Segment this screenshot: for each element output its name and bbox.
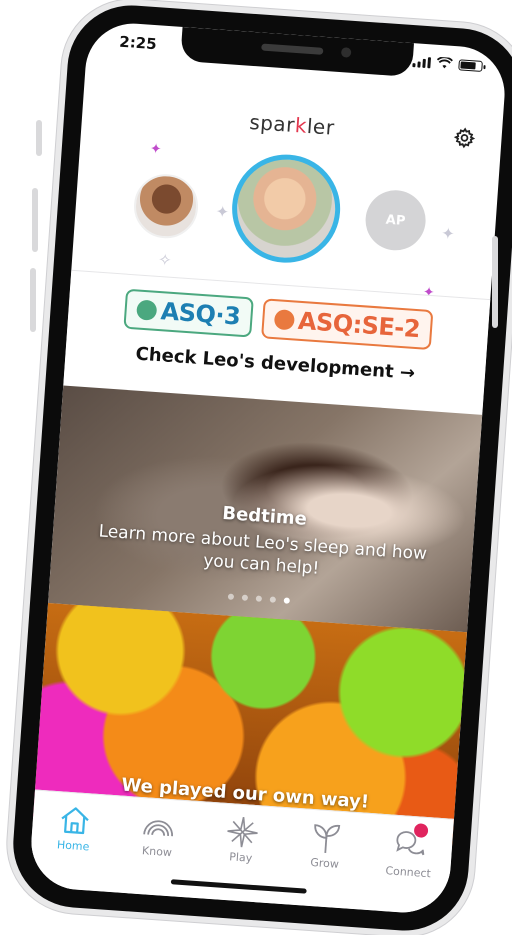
- status-icons: [412, 55, 483, 72]
- tab-know[interactable]: Know: [121, 807, 194, 864]
- front-camera: [340, 47, 352, 58]
- power-button: [492, 236, 498, 328]
- phone-mockup: 2:25 sparkler ✦ ✦ ✧ ✦ ✦ AP ASQ·3 ASQ:SE-…: [0, 0, 512, 935]
- sparkle-icon: ✦: [440, 223, 456, 244]
- tab-home[interactable]: Home: [38, 801, 111, 858]
- carousel-dot[interactable]: [255, 595, 263, 602]
- battery-icon: [458, 58, 483, 72]
- speaker: [261, 43, 324, 55]
- asq3-logo: ASQ·3: [123, 288, 254, 338]
- battery-level: [460, 60, 477, 70]
- sprout-icon: [314, 824, 341, 853]
- parent-avatar[interactable]: AP: [363, 188, 428, 253]
- sparkle-icon: ✧: [157, 249, 173, 270]
- child-avatar-secondary[interactable]: [131, 172, 201, 241]
- app-logo: sparkler: [248, 109, 336, 140]
- carousel-dot[interactable]: [227, 593, 235, 600]
- tab-play[interactable]: Play: [205, 813, 278, 870]
- family-icon: [136, 299, 158, 321]
- volume-up-button: [32, 188, 38, 252]
- bedtime-card[interactable]: Bedtime Learn more about Leo's sleep and…: [48, 385, 483, 633]
- mute-switch: [36, 120, 42, 156]
- carousel-dot[interactable]: [269, 596, 277, 603]
- sparkle-icon: ✦: [215, 201, 230, 222]
- app-screen: 2:25 sparkler ✦ ✦ ✧ ✦ ✦ AP ASQ·3 ASQ:SE-…: [28, 20, 508, 916]
- carousel-dot-active[interactable]: [283, 597, 290, 604]
- tab-grow[interactable]: Grow: [289, 819, 362, 876]
- sparkle-icon: [227, 816, 258, 848]
- settings-gear-icon[interactable]: [453, 126, 476, 149]
- status-time: 2:25: [118, 32, 158, 54]
- family-icon: [273, 309, 295, 331]
- asqse2-logo: ASQ:SE-2: [260, 298, 434, 351]
- signal-icon: [412, 56, 432, 68]
- wifi-icon: [436, 56, 453, 69]
- home-indicator: [170, 879, 307, 894]
- volume-down-button: [30, 268, 36, 332]
- home-icon: [61, 807, 89, 835]
- rainbow-icon: [143, 820, 173, 837]
- carousel-dot[interactable]: [241, 594, 249, 601]
- child-avatar-selected[interactable]: [228, 150, 344, 267]
- tab-connect[interactable]: Connect: [373, 823, 446, 881]
- phone-frame: 2:25 sparkler ✦ ✦ ✧ ✦ ✦ AP ASQ·3 ASQ:SE-…: [9, 1, 512, 935]
- sparkle-icon: ✦: [149, 141, 163, 158]
